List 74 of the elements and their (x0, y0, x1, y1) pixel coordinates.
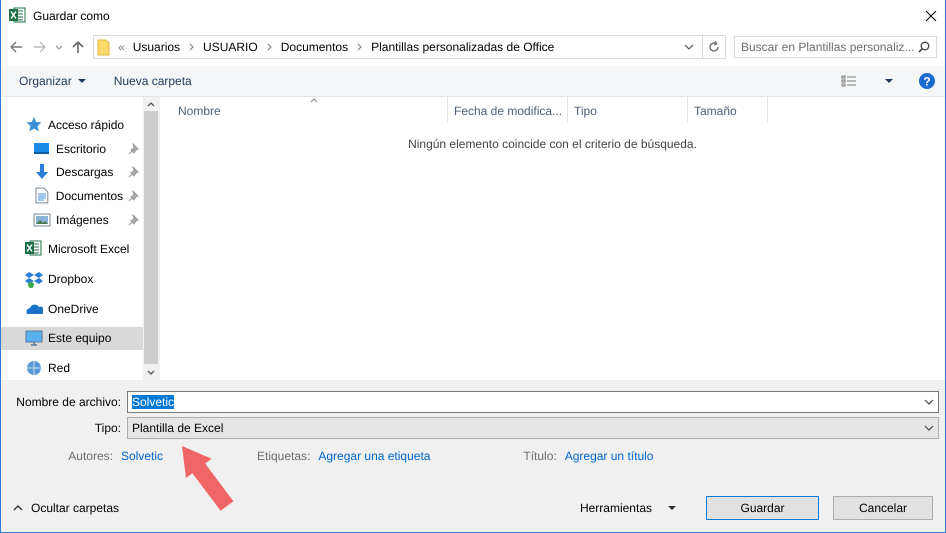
tools-menu-button[interactable]: Herramientas (580, 501, 676, 515)
star-icon (25, 116, 43, 134)
caret-icon (78, 79, 86, 83)
column-header[interactable]: Fecha de modifica... (448, 97, 568, 123)
nav-item[interactable]: Microsoft Excel (1, 238, 143, 262)
field-label: Nombre de archivo: (15, 395, 122, 409)
field-label: Tipo: (94, 421, 122, 435)
file-type-dropdown[interactable]: Plantilla de Excel (127, 417, 939, 439)
pointer-arrow (182, 446, 234, 511)
field-label: Etiquetas: (257, 449, 312, 463)
breadcrumb[interactable]: Documentos (280, 40, 348, 54)
cancel-button[interactable]: Cancelar (833, 496, 933, 520)
spreadsheet-icon (9, 7, 27, 25)
empty-message: Ningún elemento coincide con el criterio de búsqueda. (407, 137, 698, 151)
pin-icon (128, 166, 140, 178)
up-arrow-icon[interactable] (71, 40, 85, 54)
chevron-right-icon[interactable] (356, 43, 364, 51)
overflow-chevrons[interactable]: « (118, 40, 125, 54)
nav-item[interactable]: Imágenes (1, 208, 143, 232)
chevron-right-icon[interactable] (188, 43, 196, 51)
nav-item[interactable]: Dropbox (1, 267, 143, 291)
nav-item[interactable]: Descargas (1, 160, 143, 184)
column-header[interactable]: Tamaño (688, 97, 768, 123)
chevron-up-icon (13, 504, 23, 512)
pin-icon (128, 190, 140, 202)
search-field[interactable]: Buscar en Plantillas personaliz... (734, 36, 937, 58)
boxes-icon (25, 270, 43, 288)
chevron-right-icon[interactable] (266, 43, 273, 51)
caret-icon[interactable] (885, 79, 893, 83)
down-arrow-icon (33, 163, 51, 182)
back-arrow-icon[interactable] (9, 40, 24, 54)
metadata-link[interactable]: Solvetic (121, 449, 257, 463)
folder-icon (97, 38, 110, 56)
spreadsheet-icon (25, 240, 43, 258)
nav-item[interactable]: Escritorio (1, 136, 143, 160)
scroll-down-icon[interactable] (147, 370, 155, 376)
nav-item[interactable]: Este equipo (1, 326, 143, 350)
organize-menu-button[interactable]: Organizar (19, 74, 86, 88)
new-folder-button[interactable]: Nueva carpeta (114, 74, 192, 88)
nav-item[interactable]: Documentos (1, 184, 143, 208)
computer-icon (25, 329, 43, 348)
breadcrumb[interactable]: Plantillas personalizadas de Office (371, 40, 554, 54)
scrollbar-thumb[interactable] (144, 111, 158, 364)
refresh-icon[interactable] (708, 41, 720, 53)
document-icon (33, 186, 51, 205)
scroll-up-icon[interactable] (147, 101, 155, 107)
hide-folders-button[interactable]: Ocultar carpetas (13, 501, 120, 515)
file-name-field[interactable]: Solvetic (127, 391, 939, 413)
picture-icon (33, 210, 51, 229)
field-label: Autores: (67, 449, 114, 463)
chevron-down-icon[interactable] (684, 44, 694, 50)
nav-item[interactable]: Acceso rápido (1, 113, 143, 137)
help-icon[interactable]: ? (919, 73, 935, 89)
pin-icon (128, 214, 140, 226)
search-icon[interactable] (918, 41, 930, 53)
nav-item[interactable]: OneDrive (1, 296, 143, 321)
window-title: Guardar como (33, 9, 110, 23)
breadcrumb[interactable]: Usuarios (132, 40, 180, 54)
view-list-icon[interactable] (841, 74, 857, 88)
globe-icon (25, 359, 43, 378)
column-header[interactable]: Nombre (172, 97, 448, 123)
nav-item[interactable]: Red (1, 356, 143, 380)
field-label: Título: (523, 449, 558, 463)
caret-icon (668, 506, 676, 510)
chevron-down-icon[interactable] (924, 424, 934, 432)
metadata-link[interactable]: Agregar un título (564, 449, 765, 463)
save-button[interactable]: Guardar (706, 496, 819, 520)
chevron-down-icon[interactable] (924, 398, 934, 406)
close-icon[interactable] (925, 10, 937, 22)
metadata-link[interactable]: Agregar una etiqueta (318, 449, 524, 463)
breadcrumb[interactable]: USUARIO (203, 40, 258, 54)
address-bar[interactable]: « Usuarios USUARIO Documentos Plantillas personalizadas de Office (93, 35, 726, 59)
column-header[interactable]: Tipo (568, 97, 688, 123)
pin-icon (128, 142, 140, 155)
